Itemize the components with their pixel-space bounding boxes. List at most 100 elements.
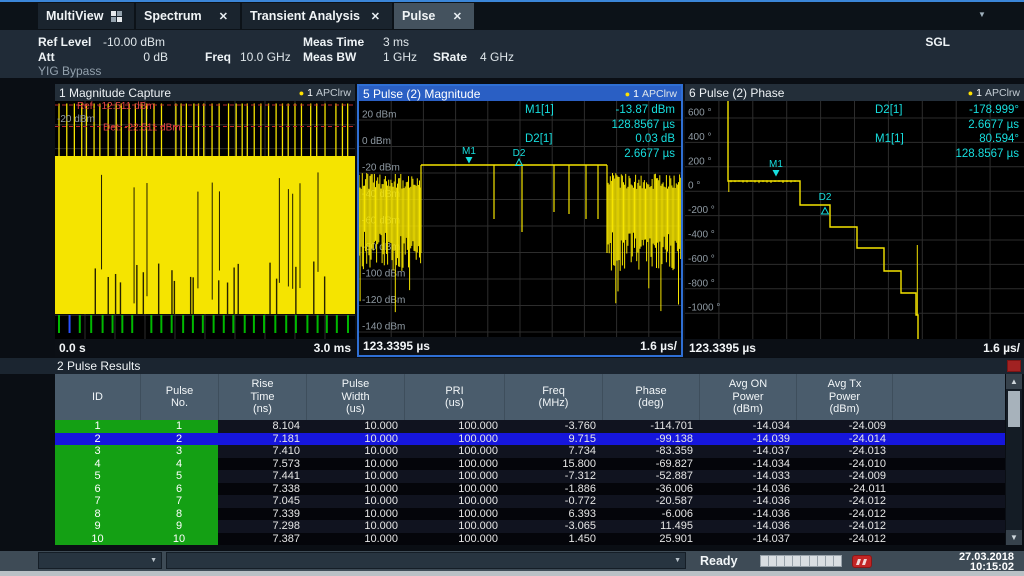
column-header[interactable]: Freq (MHz) — [504, 374, 602, 420]
table-row[interactable]: 887.33910.000100.0006.393-6.006-14.036-2… — [55, 508, 1005, 521]
column-header[interactable]: PRI (us) — [404, 374, 504, 420]
value-cell: 7.573 — [218, 458, 306, 471]
value-cell: 10.000 — [306, 508, 404, 521]
value-cell: -6.006 — [602, 508, 699, 521]
close-icon[interactable]: ✕ — [449, 9, 466, 24]
column-header[interactable]: Pulse No. — [140, 374, 218, 420]
att-value[interactable]: 0 dB — [120, 50, 168, 64]
pulse-results-title-bar[interactable]: 2 Pulse Results — [0, 358, 1024, 374]
id-cell: 6 — [140, 483, 218, 496]
table-row[interactable]: 777.04510.000100.000-0.772-20.587-14.036… — [55, 495, 1005, 508]
column-header[interactable]: Rise Time (ns) — [218, 374, 306, 420]
window6-title-bar[interactable]: 6 Pulse (2) Phase ● 1 APClrw — [685, 84, 1024, 101]
srate-label[interactable]: SRate — [433, 50, 467, 64]
status-dropdown-message[interactable]: ▼ — [166, 552, 686, 569]
table-row[interactable]: 667.33810.000100.000-1.886-36.006-14.036… — [55, 483, 1005, 496]
freq-value[interactable]: 10.0 GHz — [240, 50, 291, 64]
window1-title-bar[interactable]: 1 Magnitude Capture ● 1 APClrw — [55, 84, 355, 101]
tab-multiview[interactable]: MultiView — [38, 3, 134, 29]
svg-text:-140 dBm: -140 dBm — [362, 322, 405, 333]
value-cell: -14.037 — [699, 445, 796, 458]
window-indicator-red — [1007, 360, 1021, 372]
scrollbar-thumb[interactable] — [1008, 391, 1020, 427]
tab-transient-analysis[interactable]: Transient Analysis ✕ — [242, 3, 392, 29]
column-header[interactable]: Avg ON Power (dBm) — [699, 374, 796, 420]
value-cell: -14.036 — [699, 495, 796, 508]
id-cell: 3 — [55, 445, 140, 458]
value-cell: 7.387 — [218, 533, 306, 546]
column-header[interactable]: Avg Tx Power (dBm) — [796, 374, 892, 420]
scroll-down-icon[interactable]: ▼ — [1006, 530, 1022, 545]
window-magnitude-capture[interactable]: 1 Magnitude Capture ● 1 APClrw Ref. -12.… — [55, 84, 355, 357]
value-cell: -14.037 — [699, 533, 796, 546]
id-cell: 9 — [55, 520, 140, 533]
table-row[interactable]: 10107.38710.000100.0001.45025.901-14.037… — [55, 533, 1005, 546]
tab-pulse-label: Pulse — [402, 9, 435, 23]
tab-transient-label: Transient Analysis — [250, 9, 360, 23]
trace-dot-icon: ● — [968, 88, 973, 98]
id-cell: 10 — [140, 533, 218, 546]
column-header[interactable]: ID — [55, 374, 140, 420]
svg-text:400 °: 400 ° — [688, 132, 711, 143]
status-ready: Ready — [700, 554, 738, 568]
tab-overflow-arrow[interactable]: ▼ — [978, 10, 986, 19]
tab-pulse[interactable]: Pulse ✕ — [394, 3, 474, 29]
window-pulse-magnitude[interactable]: 5 Pulse (2) Magnitude ● 1 APClrw 20 dBm0… — [357, 84, 683, 357]
column-header[interactable]: Phase (deg) — [602, 374, 699, 420]
table-row[interactable]: 337.41010.000100.0007.734-83.359-14.037-… — [55, 445, 1005, 458]
value-cell: -24.012 — [796, 520, 892, 533]
x-axis-scale: 1.6 µs/ — [983, 341, 1020, 355]
id-cell: 6 — [55, 483, 140, 496]
ref-level-label[interactable]: Ref Level — [38, 35, 91, 49]
table-scrollbar[interactable]: ▲ ▼ — [1006, 374, 1022, 545]
value-cell: 7.338 — [218, 483, 306, 496]
value-cell: 100.000 — [404, 470, 504, 483]
value-cell: -14.034 — [699, 458, 796, 471]
magnitude-capture-plot: Ref. -12.511 dBmDet. -22.511 dBm-20 dBm — [55, 101, 355, 339]
freq-label[interactable]: Freq — [205, 50, 231, 64]
srate-value[interactable]: 4 GHz — [480, 50, 514, 64]
window-pulse-phase[interactable]: 6 Pulse (2) Phase ● 1 APClrw 600 °400 °2… — [685, 84, 1024, 357]
trace-dot-icon: ● — [625, 89, 630, 99]
id-cell: 10 — [55, 533, 140, 546]
close-icon[interactable]: ✕ — [367, 9, 384, 24]
value-cell: -83.359 — [602, 445, 699, 458]
x-axis-start: 123.3395 µs — [363, 339, 430, 353]
meas-time-value[interactable]: 3 ms — [383, 35, 409, 49]
table-row[interactable]: 557.44110.000100.000-7.312-52.887-14.033… — [55, 470, 1005, 483]
value-cell: -3.760 — [504, 420, 602, 433]
marker-name: M1[1] — [525, 103, 554, 118]
status-dropdown-left[interactable]: ▼ — [38, 552, 162, 569]
value-cell: 7.298 — [218, 520, 306, 533]
meas-bw-value[interactable]: 1 GHz — [383, 50, 417, 64]
value-cell: 100.000 — [404, 433, 504, 446]
id-cell: 8 — [140, 508, 218, 521]
error-indicator-icon[interactable] — [852, 555, 872, 568]
tab-spectrum[interactable]: Spectrum ✕ — [136, 3, 240, 29]
svg-text:D2: D2 — [819, 192, 832, 203]
id-cell: 8 — [55, 508, 140, 521]
value-cell: 100.000 — [404, 483, 504, 496]
svg-text:Ref. -12.511 dBm: Ref. -12.511 dBm — [77, 101, 155, 112]
meas-bw-label[interactable]: Meas BW — [303, 50, 356, 64]
value-cell: 1.450 — [504, 533, 602, 546]
svg-text:-400 °: -400 ° — [688, 230, 715, 241]
svg-text:Det. -22.511 dBm: Det. -22.511 dBm — [103, 123, 181, 134]
table-row[interactable]: 997.29810.000100.000-3.06511.495-14.036-… — [55, 520, 1005, 533]
scroll-up-icon[interactable]: ▲ — [1006, 374, 1022, 389]
trace-number: 1 — [976, 87, 982, 99]
ref-level-value[interactable]: -10.00 dBm — [103, 35, 165, 49]
column-header[interactable]: Pulse Width (us) — [306, 374, 404, 420]
trace-number: 1 — [307, 87, 313, 99]
table-row[interactable]: 447.57310.000100.00015.800-69.827-14.034… — [55, 458, 1005, 471]
meas-time-label[interactable]: Meas Time — [303, 35, 364, 49]
att-label[interactable]: Att — [38, 50, 55, 64]
table-row[interactable]: 227.18110.000100.0009.715-99.138-14.039-… — [55, 433, 1005, 446]
value-cell: 7.181 — [218, 433, 306, 446]
close-icon[interactable]: ✕ — [215, 9, 232, 24]
svg-text:-800 °: -800 ° — [688, 278, 715, 289]
tab-spectrum-label: Spectrum — [144, 9, 202, 23]
svg-text:0 dBm: 0 dBm — [362, 136, 391, 147]
window5-title-bar[interactable]: 5 Pulse (2) Magnitude ● 1 APClrw — [359, 86, 681, 101]
table-row[interactable]: 118.10410.000100.000-3.760-114.701-14.03… — [55, 420, 1005, 433]
